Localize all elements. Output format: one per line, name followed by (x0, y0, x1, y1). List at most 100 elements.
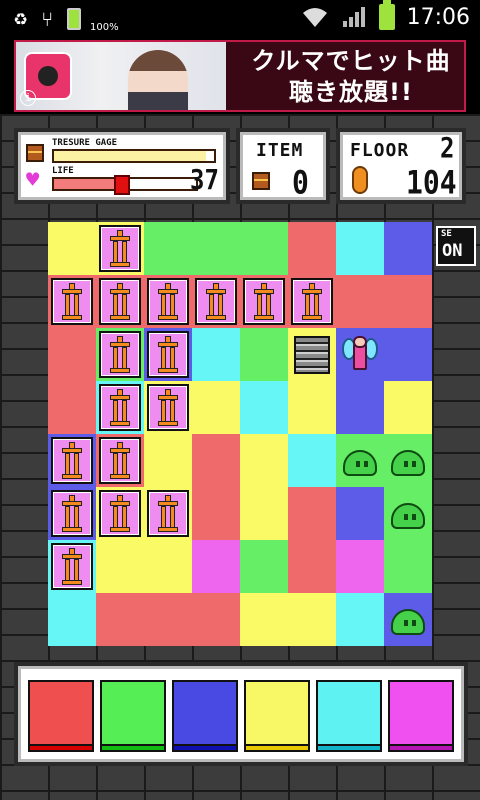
wooden-post-icon (206, 283, 226, 321)
board-cell-blue[interactable] (336, 487, 384, 540)
board-cell-blue[interactable] (48, 434, 96, 487)
board-cell-red[interactable] (96, 275, 144, 328)
wooden-post-icon (158, 495, 178, 533)
board-cell-red[interactable] (240, 275, 288, 328)
wifi-icon (302, 8, 327, 27)
color-button-cyan[interactable] (316, 680, 382, 752)
board-cell-yellow[interactable] (288, 328, 336, 381)
board-cell-red[interactable] (144, 275, 192, 328)
board-cell-blue[interactable] (336, 328, 384, 381)
board-cell-yellow[interactable] (192, 381, 240, 434)
board-cell-cyan[interactable] (288, 434, 336, 487)
floor-label: FLOOR (350, 140, 410, 161)
board-cell-green[interactable] (144, 222, 192, 275)
board-cell-magenta[interactable] (336, 540, 384, 593)
recycle-icon: ♻ (14, 6, 28, 31)
board-cell-red[interactable] (288, 540, 336, 593)
board-cell-yellow[interactable] (240, 593, 288, 646)
coin-count: 104 (406, 163, 457, 202)
color-button-magenta[interactable] (388, 680, 454, 752)
board-cell-yellow[interactable] (288, 593, 336, 646)
board-cell-green[interactable] (384, 487, 432, 540)
board-cell-yellow[interactable] (240, 434, 288, 487)
ad-banner[interactable]: i クルマでヒット曲 聴き放題!! (14, 40, 466, 112)
board-cell-yellow[interactable] (144, 381, 192, 434)
wooden-post-icon (158, 389, 178, 427)
board-cell-green[interactable] (96, 328, 144, 381)
status-icons-left: ♻ ⑂ (14, 6, 82, 31)
board-cell-yellow[interactable] (48, 222, 96, 275)
board-cell-green[interactable] (336, 434, 384, 487)
color-button-red[interactable] (28, 680, 94, 752)
wooden-post-icon (110, 495, 130, 533)
board-cell-yellow[interactable] (96, 222, 144, 275)
board-cell-yellow[interactable] (240, 487, 288, 540)
board-cell-green[interactable] (240, 222, 288, 275)
board-cell-yellow[interactable] (384, 381, 432, 434)
board-cell-red[interactable] (288, 275, 336, 328)
color-button-underline (174, 744, 236, 750)
board-cell-green[interactable] (240, 540, 288, 593)
board-cell-red[interactable] (48, 275, 96, 328)
color-button-underline (246, 744, 308, 750)
item-panel: ITEM 0 (236, 128, 330, 204)
board-cell-red[interactable] (96, 593, 144, 646)
board-cell-blue[interactable] (336, 381, 384, 434)
treasure-gauge-fill (54, 151, 206, 161)
board-cell-blue[interactable] (144, 328, 192, 381)
battery-full-icon (378, 0, 395, 30)
board-cell-yellow[interactable] (144, 487, 192, 540)
board-cell-red[interactable] (48, 381, 96, 434)
board-cell-red[interactable] (48, 328, 96, 381)
se-label: SE (441, 229, 452, 239)
board-cell-blue[interactable] (48, 487, 96, 540)
board-cell-red[interactable] (192, 593, 240, 646)
board-cell-red[interactable] (96, 434, 144, 487)
board-cell-blue[interactable] (384, 328, 432, 381)
game-board[interactable] (48, 222, 432, 646)
board-cell-green[interactable] (384, 540, 432, 593)
color-button-underline (30, 744, 92, 750)
signal-icon (342, 7, 365, 27)
board-cell-yellow[interactable] (144, 434, 192, 487)
wooden-post-icon (158, 336, 178, 374)
board-cell-yellow[interactable] (96, 487, 144, 540)
board-cell-red[interactable] (192, 434, 240, 487)
board-cell-cyan[interactable] (240, 381, 288, 434)
board-cell-cyan[interactable] (48, 593, 96, 646)
wooden-post-icon (110, 283, 130, 321)
sound-effect-toggle[interactable]: SE ON (436, 226, 476, 266)
green-slime-enemy (391, 503, 425, 529)
board-cell-blue[interactable] (384, 593, 432, 646)
board-cell-yellow[interactable] (96, 540, 144, 593)
green-slime-enemy (391, 450, 425, 476)
color-button-green[interactable] (100, 680, 166, 752)
board-cell-magenta[interactable] (192, 540, 240, 593)
wooden-post-icon (62, 283, 82, 321)
wooden-post-icon (110, 230, 130, 268)
board-cell-yellow[interactable] (144, 540, 192, 593)
board-cell-cyan[interactable] (336, 222, 384, 275)
treasure-chest-icon (26, 144, 44, 162)
board-cell-red[interactable] (384, 275, 432, 328)
board-cell-red[interactable] (288, 487, 336, 540)
board-cell-red[interactable] (192, 487, 240, 540)
board-cell-cyan[interactable] (192, 328, 240, 381)
color-button-blue[interactable] (172, 680, 238, 752)
life-gauge-fill (54, 179, 123, 189)
board-cell-cyan[interactable] (336, 593, 384, 646)
board-cell-red[interactable] (144, 593, 192, 646)
board-cell-red[interactable] (336, 275, 384, 328)
ad-info-icon[interactable]: i (20, 90, 36, 106)
board-cell-red[interactable] (192, 275, 240, 328)
board-cell-blue[interactable] (384, 222, 432, 275)
board-cell-cyan[interactable] (96, 381, 144, 434)
board-cell-green[interactable] (192, 222, 240, 275)
board-cell-yellow[interactable] (288, 381, 336, 434)
board-cell-green[interactable] (240, 328, 288, 381)
board-cell-red[interactable] (288, 222, 336, 275)
color-button-yellow[interactable] (244, 680, 310, 752)
board-cell-cyan[interactable] (48, 540, 96, 593)
board-cell-green[interactable] (384, 434, 432, 487)
item-label: ITEM (256, 140, 304, 161)
